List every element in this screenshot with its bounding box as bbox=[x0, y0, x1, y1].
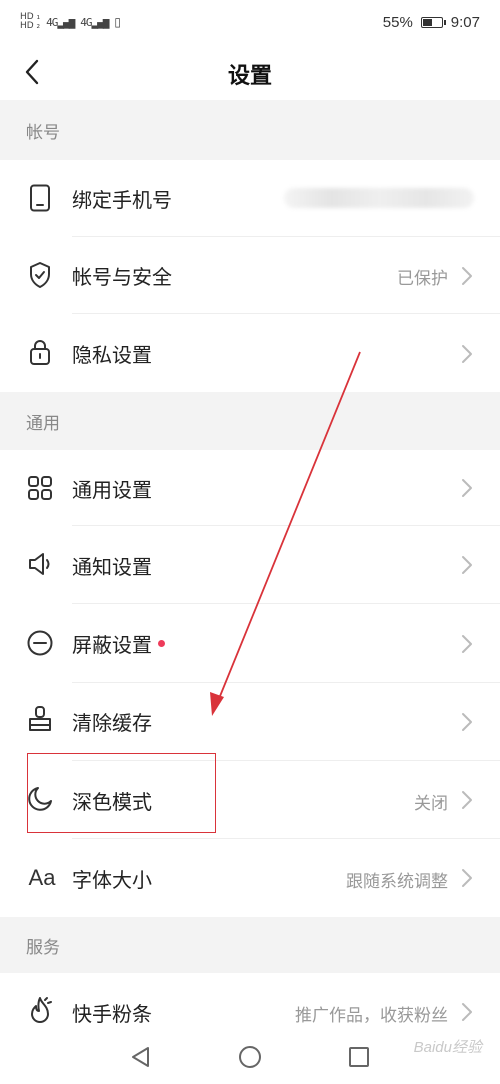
row-label: 绑定手机号 bbox=[72, 188, 172, 212]
chevron-right-icon bbox=[462, 791, 472, 809]
chevron-right-icon bbox=[462, 345, 472, 363]
chevron-right-icon bbox=[462, 713, 472, 731]
nav-back-icon[interactable] bbox=[130, 1046, 152, 1068]
block-icon bbox=[26, 629, 54, 657]
battery-percent: 55% bbox=[382, 13, 413, 31]
chevron-right-icon bbox=[462, 1003, 472, 1021]
section-header-general: 通用 bbox=[0, 392, 500, 450]
chevron-right-icon bbox=[462, 869, 472, 887]
chevron-right-icon bbox=[462, 556, 472, 574]
row-label: 清除缓存 bbox=[72, 711, 152, 735]
network-label-2: 4G bbox=[80, 15, 92, 29]
phone-number-blurred bbox=[284, 188, 474, 208]
signal-icon-2: 4G▂▄▆ bbox=[80, 15, 109, 29]
section-header-account: 帐号 bbox=[0, 100, 500, 160]
row-label: 通用设置 bbox=[72, 478, 152, 502]
status-left: HD ₁ HD ₂ 4G▂▄▆ 4G▂▄▆ ▯ bbox=[20, 13, 121, 31]
row-notifications[interactable]: 通知设置 bbox=[0, 526, 500, 604]
row-bind-phone[interactable]: 绑定手机号 bbox=[0, 160, 500, 237]
chevron-right-icon bbox=[462, 479, 472, 497]
row-label: 字体大小 bbox=[72, 868, 152, 892]
shield-icon bbox=[26, 261, 54, 289]
font-size-icon: Aa bbox=[28, 865, 56, 890]
vibrate-icon: ▯ bbox=[114, 15, 122, 29]
row-privacy[interactable]: 隐私设置 bbox=[0, 314, 500, 392]
row-general-settings[interactable]: 通用设置 bbox=[0, 450, 500, 526]
phone-icon bbox=[26, 184, 54, 212]
row-label: 快手粉条 bbox=[72, 1002, 152, 1026]
nav-recents-icon[interactable] bbox=[348, 1046, 370, 1068]
row-label: 帐号与安全 bbox=[72, 265, 172, 289]
row-value: 推广作品，收获粉丝 bbox=[295, 1006, 448, 1026]
nav-bar: 设置 bbox=[0, 44, 500, 100]
watermark: Baidu经验 bbox=[413, 1039, 482, 1056]
broom-icon bbox=[26, 705, 54, 733]
chevron-right-icon bbox=[462, 267, 472, 285]
status-right: 55% 9:07 bbox=[383, 14, 480, 31]
page-title: 设置 bbox=[227, 64, 272, 89]
status-bar: HD ₁ HD ₂ 4G▂▄▆ 4G▂▄▆ ▯ 55% 9:07 bbox=[0, 0, 500, 44]
speaker-icon bbox=[26, 550, 54, 578]
clock: 9:07 bbox=[450, 13, 480, 31]
row-account-security[interactable]: 帐号与安全 已保护 bbox=[0, 237, 500, 314]
hd-icon: HD ₁ HD ₂ bbox=[20, 12, 41, 31]
chevron-right-icon bbox=[462, 635, 472, 653]
row-block-settings[interactable]: 屏蔽设置 bbox=[0, 604, 500, 683]
row-label: 通知设置 bbox=[72, 555, 152, 579]
lock-icon bbox=[26, 338, 54, 366]
network-label: 4G bbox=[46, 15, 58, 29]
nav-home-icon[interactable] bbox=[238, 1045, 262, 1069]
row-value: 跟随系统调整 bbox=[346, 872, 448, 892]
row-clear-cache[interactable]: 清除缓存 bbox=[0, 683, 500, 761]
highlight-box bbox=[27, 753, 216, 833]
row-value: 关闭 bbox=[414, 794, 448, 814]
row-value: 已保护 bbox=[397, 269, 448, 289]
row-font-size[interactable]: Aa 字体大小 跟随系统调整 bbox=[0, 839, 500, 917]
row-label: 屏蔽设置 bbox=[72, 629, 165, 658]
signal-icon: 4G▂▄▆ bbox=[46, 15, 75, 29]
fire-icon bbox=[26, 997, 54, 1025]
battery-icon bbox=[420, 16, 446, 28]
row-label-text: 屏蔽设置 bbox=[72, 633, 152, 657]
battery-fill bbox=[422, 18, 433, 26]
red-dot-badge bbox=[158, 640, 165, 647]
grid-icon bbox=[26, 474, 54, 502]
row-label: 隐私设置 bbox=[72, 343, 152, 367]
section-header-service: 服务 bbox=[0, 917, 500, 973]
